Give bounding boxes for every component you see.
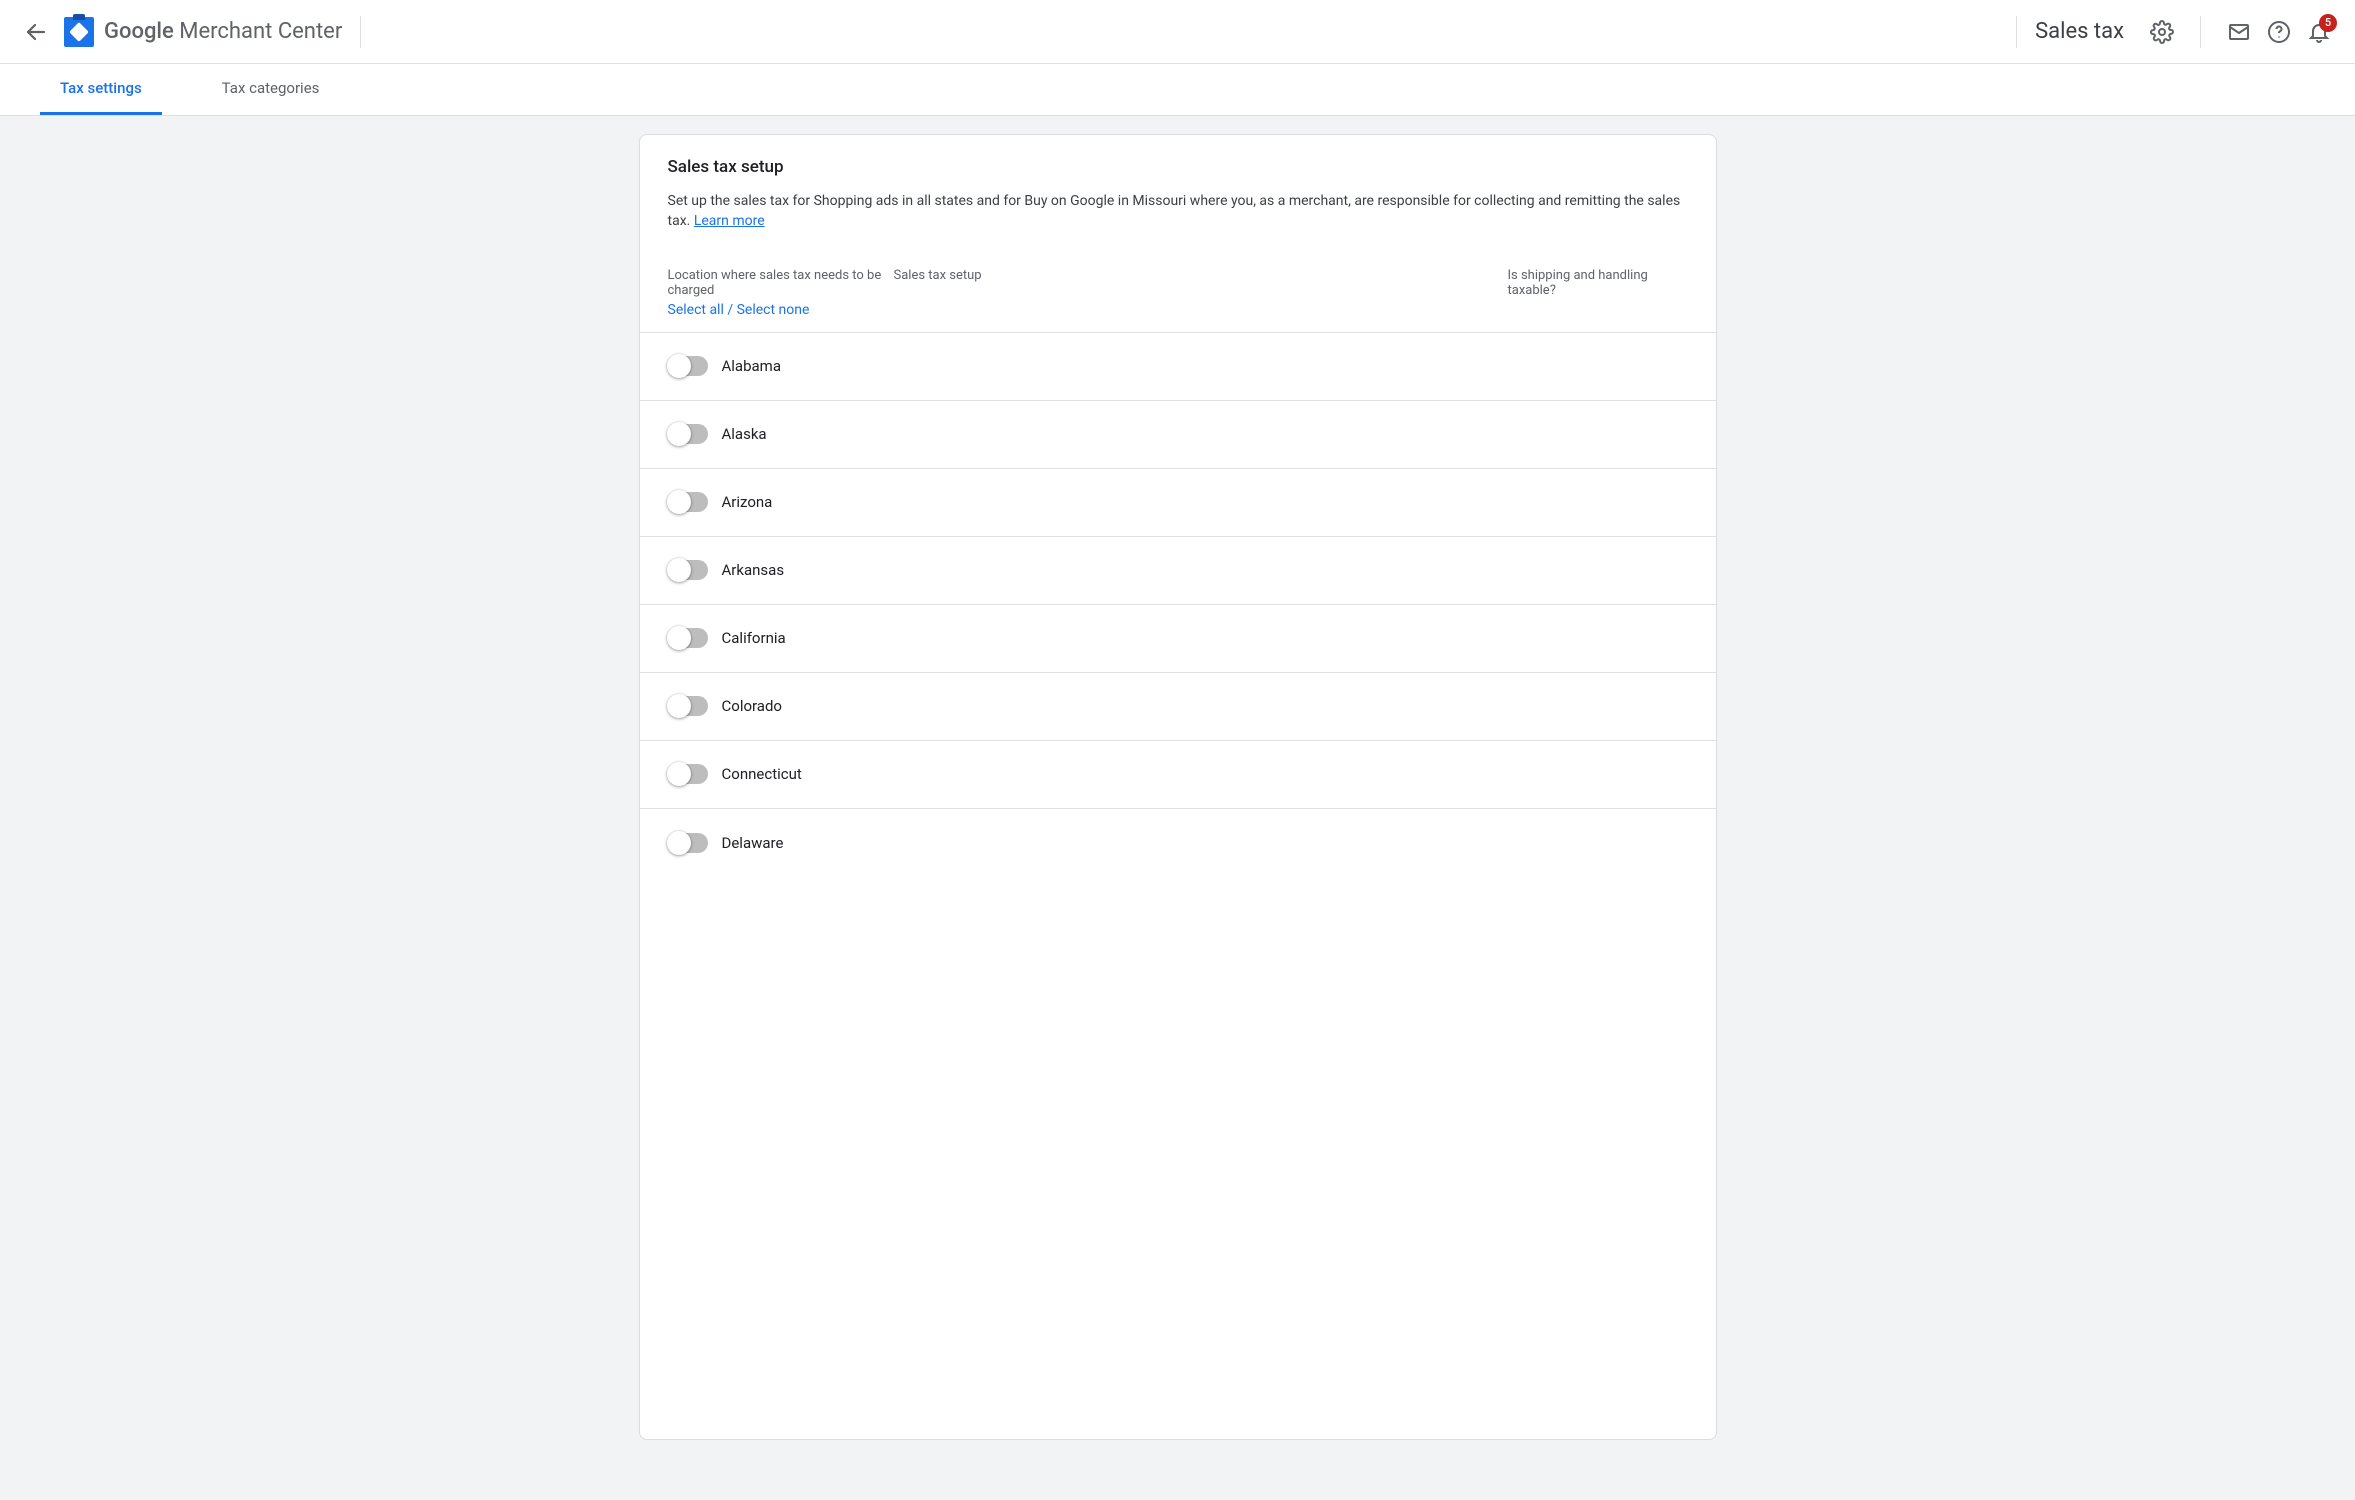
page-title: Sales tax — [2035, 19, 2124, 44]
state-name: Alabama — [722, 357, 782, 375]
tab-label: Tax categories — [222, 79, 320, 97]
state-toggle[interactable] — [668, 833, 708, 853]
sales-tax-card: Sales tax setup Set up the sales tax for… — [639, 134, 1717, 1440]
state-name: Arkansas — [722, 561, 785, 579]
state-row: California — [640, 605, 1716, 673]
select-separator: / — [724, 302, 737, 318]
state-row: Colorado — [640, 673, 1716, 741]
state-toggle[interactable] — [668, 628, 708, 648]
column-shipping: Is shipping and handling taxable? — [1508, 268, 1688, 298]
help-button[interactable] — [2259, 12, 2299, 52]
state-row: Alabama — [640, 333, 1716, 401]
brand-google: Google — [104, 19, 174, 44]
state-name: Alaska — [722, 425, 767, 443]
help-icon — [2267, 20, 2291, 44]
state-toggle[interactable] — [668, 696, 708, 716]
content-area: Sales tax setup Set up the sales tax for… — [0, 116, 2355, 1500]
state-name: Delaware — [722, 834, 784, 852]
card-header: Sales tax setup Set up the sales tax for… — [640, 135, 1716, 248]
select-all-link[interactable]: Select all — [668, 302, 724, 318]
state-toggle[interactable] — [668, 424, 708, 444]
inbox-button[interactable] — [2219, 12, 2259, 52]
column-headers: Location where sales tax needs to be cha… — [640, 248, 1716, 333]
divider — [2200, 16, 2201, 48]
brand-product: Merchant Center — [179, 19, 342, 44]
mail-icon — [2227, 20, 2251, 44]
state-row: Arkansas — [640, 537, 1716, 605]
brand-block: Google Merchant Center — [64, 17, 342, 47]
settings-button[interactable] — [2142, 12, 2182, 52]
divider — [360, 16, 361, 48]
state-row: Delaware — [640, 809, 1716, 877]
column-setup: Sales tax setup — [894, 268, 1508, 283]
column-location-label: Location where sales tax needs to be cha… — [668, 268, 894, 298]
state-name: Colorado — [722, 697, 782, 715]
state-name: Connecticut — [722, 765, 802, 783]
card-description: Set up the sales tax for Shopping ads in… — [668, 191, 1688, 232]
state-toggle[interactable] — [668, 764, 708, 784]
tab-bar: Tax settings Tax categories — [0, 64, 2355, 116]
gear-icon — [2150, 20, 2174, 44]
divider — [2016, 16, 2017, 48]
notification-badge: 5 — [2319, 14, 2337, 32]
card-title: Sales tax setup — [668, 157, 1688, 177]
state-toggle[interactable] — [668, 560, 708, 580]
brand-text: Google Merchant Center — [104, 19, 342, 44]
select-links: Select all / Select none — [668, 302, 894, 318]
state-row: Alaska — [640, 401, 1716, 469]
tab-tax-settings[interactable]: Tax settings — [40, 64, 162, 115]
card-description-text: Set up the sales tax for Shopping ads in… — [668, 193, 1681, 229]
state-toggle[interactable] — [668, 492, 708, 512]
state-rows: Alabama Alaska Arizona Arkansas California Co… — [640, 333, 1716, 877]
back-button[interactable] — [16, 12, 56, 52]
learn-more-link[interactable]: Learn more — [694, 213, 765, 229]
state-toggle[interactable] — [668, 356, 708, 376]
merchant-center-logo-icon — [64, 17, 94, 47]
tab-tax-categories[interactable]: Tax categories — [202, 64, 340, 115]
select-none-link[interactable]: Select none — [737, 302, 810, 318]
state-name: California — [722, 629, 786, 647]
tab-label: Tax settings — [60, 79, 142, 97]
state-row: Connecticut — [640, 741, 1716, 809]
arrow-left-icon — [24, 20, 48, 44]
notifications-button[interactable]: 5 — [2299, 12, 2339, 52]
state-name: Arizona — [722, 493, 773, 511]
top-bar: Google Merchant Center Sales tax 5 — [0, 0, 2355, 64]
state-row: Arizona — [640, 469, 1716, 537]
column-location: Location where sales tax needs to be cha… — [668, 268, 894, 318]
